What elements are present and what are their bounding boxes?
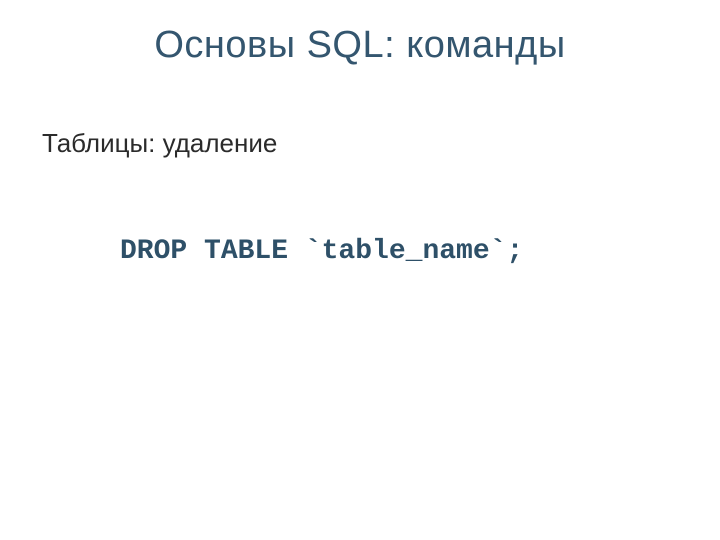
section-subheading: Таблицы: удаление (42, 128, 277, 159)
page-title: Основы SQL: команды (0, 24, 720, 67)
slide: Основы SQL: команды Таблицы: удаление DR… (0, 0, 720, 540)
sql-code: DROP TABLE `table_name`; (120, 236, 523, 267)
